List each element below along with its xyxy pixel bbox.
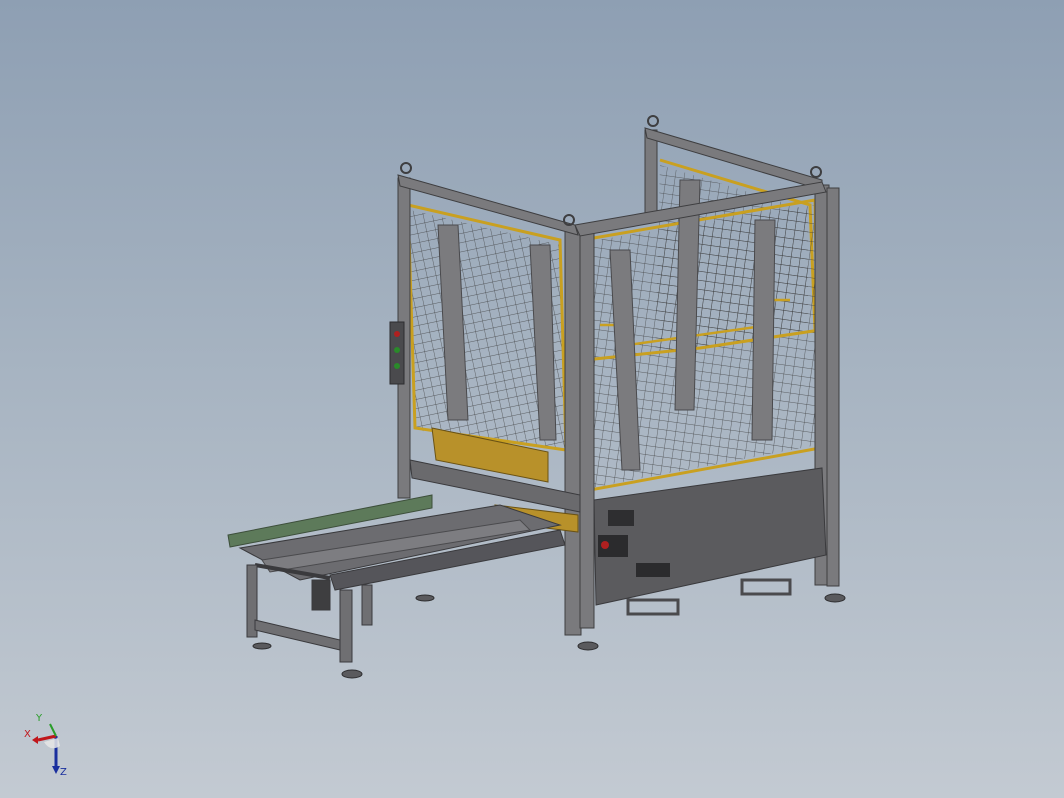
3d-model-view[interactable]: [0, 0, 1064, 798]
z-axis-label: Z: [60, 767, 67, 778]
coordinate-triad: X Y Z: [16, 712, 80, 784]
x-axis-label: X: [24, 729, 31, 740]
graphics-area[interactable]: X Y Z: [0, 0, 1064, 798]
triad-axes-icon: [32, 723, 60, 774]
control-box: [389, 321, 405, 385]
y-axis-label: Y: [36, 713, 43, 724]
